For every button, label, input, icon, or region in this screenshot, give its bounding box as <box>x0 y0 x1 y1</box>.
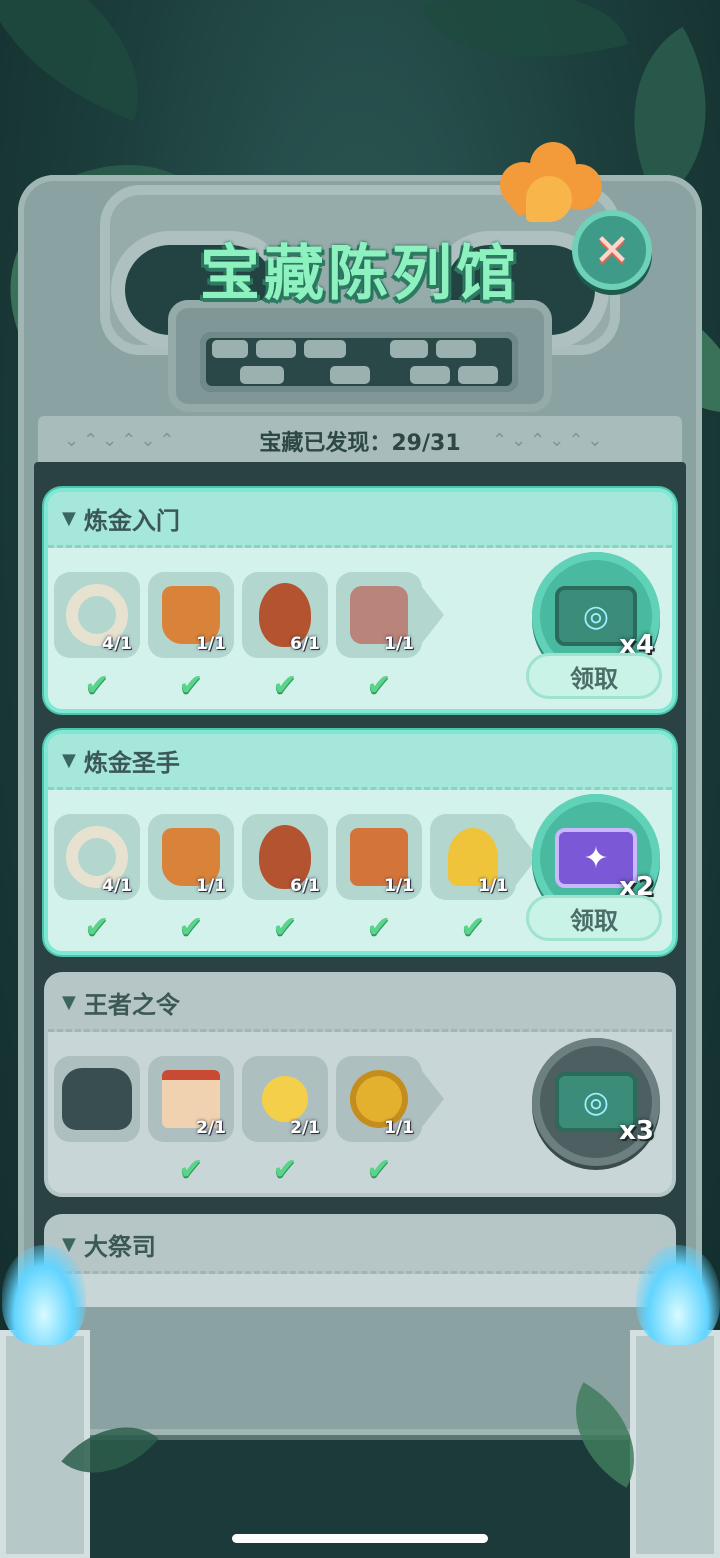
close-button[interactable]: ✕ <box>572 210 652 290</box>
stone-pedestal-left <box>0 1330 90 1558</box>
discovery-progress-text: 宝藏已发现：29/31 <box>259 431 461 456</box>
paw-silhouette-icon <box>62 1068 132 1130</box>
check-icon: ✔ <box>366 910 392 945</box>
plaque-brick <box>256 340 296 358</box>
stone-pedestal-right <box>630 1330 720 1558</box>
plaque-brick <box>458 366 498 384</box>
collection-items: 4/1 1/1 6/1 1/1 <box>54 572 444 658</box>
check-icon: ✔ <box>84 668 110 703</box>
check-icon: ✔ <box>366 1152 392 1187</box>
collection-header[interactable]: ▼ 炼金圣手 <box>48 734 672 790</box>
check-icon: ✔ <box>366 668 392 703</box>
check-icon: ✔ <box>272 1152 298 1187</box>
item-checks: ✔ ✔ ✔ <box>54 1152 422 1187</box>
chevron-down-icon: ▼ <box>62 992 76 1013</box>
item-checks: ✔ ✔ ✔ ✔ ✔ <box>54 910 516 945</box>
check-icon: ✔ <box>460 910 486 945</box>
collection-card: ▼ 大祭司 <box>44 1214 676 1307</box>
item-slot[interactable]: 2/1 <box>242 1056 328 1142</box>
orange-flower-decoration <box>490 142 611 222</box>
item-count: 1/1 <box>384 1118 414 1138</box>
collection-name: 炼金入门 <box>83 507 180 535</box>
item-count: 6/1 <box>290 876 320 896</box>
collection-header[interactable]: ▼ 王者之令 <box>48 976 672 1032</box>
item-slot[interactable]: 6/1 <box>242 572 328 658</box>
collection-header[interactable]: ▼ 炼金入门 <box>48 492 672 548</box>
blue-flame-left <box>2 1245 86 1345</box>
claim-button[interactable]: 领取 <box>526 653 662 699</box>
collection-card: ▼ 炼金入门 4/1 1/1 6/1 1/1 ✔ ✔ ✔ ✔ ◎ x4 领取 <box>44 488 676 713</box>
close-icon: ✕ <box>593 224 631 276</box>
check-icon: ✔ <box>84 910 110 945</box>
plaque-brick <box>390 340 428 358</box>
item-slot[interactable]: 1/1 <box>148 572 234 658</box>
chevron-down-icon: ▼ <box>62 508 76 529</box>
item-count: 2/1 <box>290 1118 320 1138</box>
plaque-brick <box>304 340 346 358</box>
item-count: 4/1 <box>102 876 132 896</box>
item-slot[interactable]: 2/1 <box>148 1056 234 1142</box>
collection-name: 炼金圣手 <box>83 749 180 777</box>
chevron-pattern-right: ⌃⌄⌃⌄⌃⌄ <box>492 430 607 451</box>
row-arrow-tip <box>422 587 444 643</box>
reward-badge[interactable]: ◎ x3 <box>532 1038 660 1166</box>
collection-name: 大祭司 <box>83 1233 156 1261</box>
item-count: 6/1 <box>290 634 320 654</box>
blue-flame-right <box>636 1245 720 1345</box>
collection-list[interactable]: ▼ 炼金入门 4/1 1/1 6/1 1/1 ✔ ✔ ✔ ✔ ◎ x4 领取 ▼… <box>34 462 686 1307</box>
collection-name: 王者之令 <box>83 991 180 1019</box>
item-count: 1/1 <box>196 634 226 654</box>
item-slot[interactable]: 1/1 <box>430 814 516 900</box>
chevron-down-icon: ▼ <box>62 750 76 771</box>
collection-card: ▼ 炼金圣手 4/1 1/1 6/1 1/1 1/1 ✔ ✔ ✔ ✔ ✔ ✦ x… <box>44 730 676 955</box>
item-slot[interactable] <box>54 1056 140 1142</box>
check-icon: ✔ <box>272 668 298 703</box>
item-count: 4/1 <box>102 634 132 654</box>
reward-quantity: x3 <box>619 1116 654 1146</box>
item-count: 1/1 <box>196 876 226 896</box>
item-slot[interactable]: 4/1 <box>54 572 140 658</box>
home-indicator[interactable] <box>232 1534 488 1543</box>
item-slot[interactable]: 1/1 <box>336 1056 422 1142</box>
item-count: 2/1 <box>196 1118 226 1138</box>
item-count: 1/1 <box>384 876 414 896</box>
mickey-scepter-icon <box>262 1076 308 1122</box>
collection-header[interactable]: ▼ 大祭司 <box>48 1218 672 1274</box>
row-arrow-tip <box>422 1071 444 1127</box>
item-slot[interactable]: 1/1 <box>336 814 422 900</box>
check-icon: ✔ <box>272 910 298 945</box>
item-count: 1/1 <box>478 876 508 896</box>
plaque-brick <box>212 340 248 358</box>
jungle-leaf-decoration <box>421 0 629 94</box>
item-slot[interactable]: 1/1 <box>148 814 234 900</box>
item-slot[interactable]: 6/1 <box>242 814 328 900</box>
collection-items: 2/1 2/1 1/1 <box>54 1056 444 1142</box>
claim-button[interactable]: 领取 <box>526 895 662 941</box>
jungle-leaf-decoration <box>0 0 175 121</box>
item-count: 1/1 <box>384 634 414 654</box>
plaque-brick <box>410 366 450 384</box>
chevron-pattern-left: ⌄⌃⌄⌃⌄⌃ <box>64 430 179 451</box>
check-icon: ✔ <box>178 910 204 945</box>
check-icon: ✔ <box>178 1152 204 1187</box>
plaque-brick <box>330 366 370 384</box>
check-icon: ✔ <box>178 668 204 703</box>
plaque-brick <box>436 340 476 358</box>
plaque-brick <box>240 366 284 384</box>
collection-card: ▼ 王者之令 2/1 2/1 1/1 ✔ ✔ ✔ ◎ x3 <box>44 972 676 1197</box>
item-slot[interactable]: 4/1 <box>54 814 140 900</box>
item-slot[interactable]: 1/1 <box>336 572 422 658</box>
item-checks: ✔ ✔ ✔ ✔ <box>54 668 422 703</box>
collection-items: 4/1 1/1 6/1 1/1 1/1 <box>54 814 538 900</box>
check-placeholder <box>54 1152 140 1187</box>
